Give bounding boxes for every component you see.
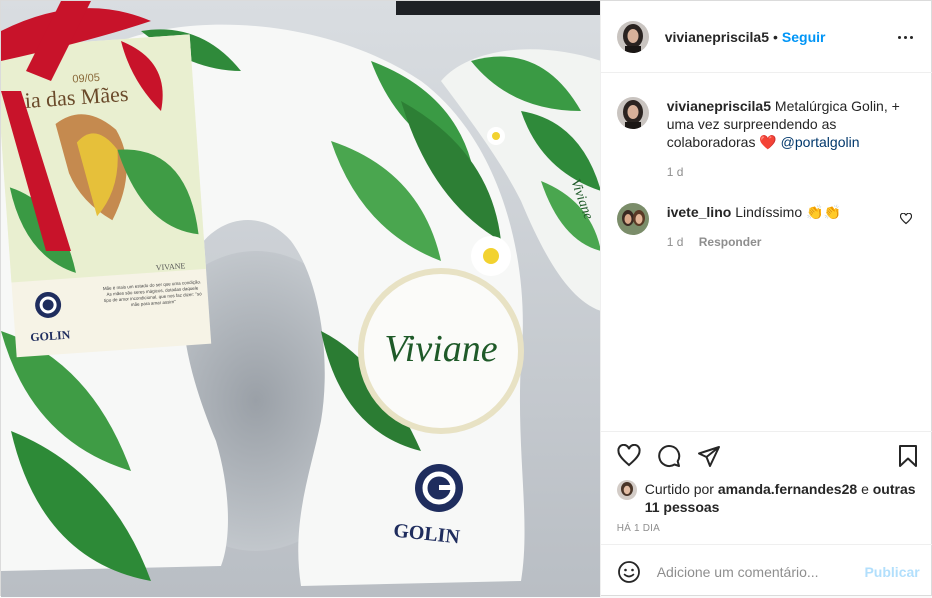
heart-emoji: ❤️: [759, 134, 777, 150]
add-comment-bar: Adicione um comentário... Publicar: [600, 544, 932, 598]
caption-meta: 1 d: [667, 163, 917, 181]
liker-avatar[interactable]: [616, 480, 637, 500]
emoji-icon[interactable]: [617, 560, 641, 584]
comment-meta: 1 d Responder: [667, 233, 917, 251]
post-header: vivianepriscila5 • Seguir: [600, 1, 932, 73]
heart-icon[interactable]: [617, 443, 641, 468]
comment-input[interactable]: Adicione um comentário...: [657, 564, 865, 580]
comment-icon[interactable]: [657, 444, 681, 468]
caption: vivianepriscila5 Metalúrgica Golin, + um…: [616, 97, 917, 181]
action-icons: [617, 443, 737, 468]
reply-button[interactable]: Responder: [699, 235, 762, 249]
post-timestamp[interactable]: HÁ 1 DIA: [617, 523, 660, 534]
commenter-username[interactable]: ivete_lino: [667, 204, 732, 220]
publish-button[interactable]: Publicar: [864, 564, 919, 580]
liked-by: Curtido por amanda.fernandes28 e outras …: [616, 480, 917, 516]
caption-mention[interactable]: @portalgolin: [781, 134, 860, 150]
share-icon[interactable]: [697, 444, 721, 468]
comment-item: ivete_lino Lindíssimo 👏👏 1 d Responder: [616, 203, 917, 251]
author-username[interactable]: vivianepriscila5: [665, 29, 769, 45]
clap-emoji: 👏👏: [806, 204, 841, 220]
bookmark-icon[interactable]: [896, 444, 920, 468]
caption-time[interactable]: 1 d: [667, 165, 684, 179]
follow-button[interactable]: Seguir: [782, 29, 826, 45]
post-dialog: Viviane GOLIN Viviane 09/05 Dia das Mães…: [0, 0, 932, 598]
liker-username[interactable]: amanda.fernandes28: [718, 481, 857, 497]
comments-list[interactable]: vivianepriscila5 Metalúrgica Golin, + um…: [601, 73, 932, 431]
post-photo[interactable]: Viviane GOLIN Viviane 09/05 Dia das Mães…: [1, 1, 600, 597]
separator-dot: •: [773, 28, 778, 45]
post-actions: Curtido por amanda.fernandes28 e outras …: [600, 431, 932, 598]
pillow-name: Viviane: [384, 328, 497, 370]
caption-avatar[interactable]: [616, 97, 649, 129]
photo-illustration: Viviane GOLIN Viviane 09/05 Dia das Mães…: [1, 1, 600, 597]
likes-conj: e: [861, 481, 869, 497]
likes-prefix: Curtido por: [644, 481, 714, 497]
card-brand: GOLIN: [30, 327, 71, 344]
commenter-avatar[interactable]: [616, 203, 649, 235]
comment-text: Lindíssimo: [735, 204, 803, 220]
comment-like-icon[interactable]: [899, 212, 912, 228]
more-icon[interactable]: [896, 27, 916, 47]
caption-username[interactable]: vivianepriscila5: [667, 98, 771, 114]
comment-time[interactable]: 1 d: [667, 235, 684, 249]
post-side-panel: vivianepriscila5 • Seguir vivianepriscil…: [599, 1, 932, 598]
author-avatar[interactable]: [616, 20, 649, 53]
